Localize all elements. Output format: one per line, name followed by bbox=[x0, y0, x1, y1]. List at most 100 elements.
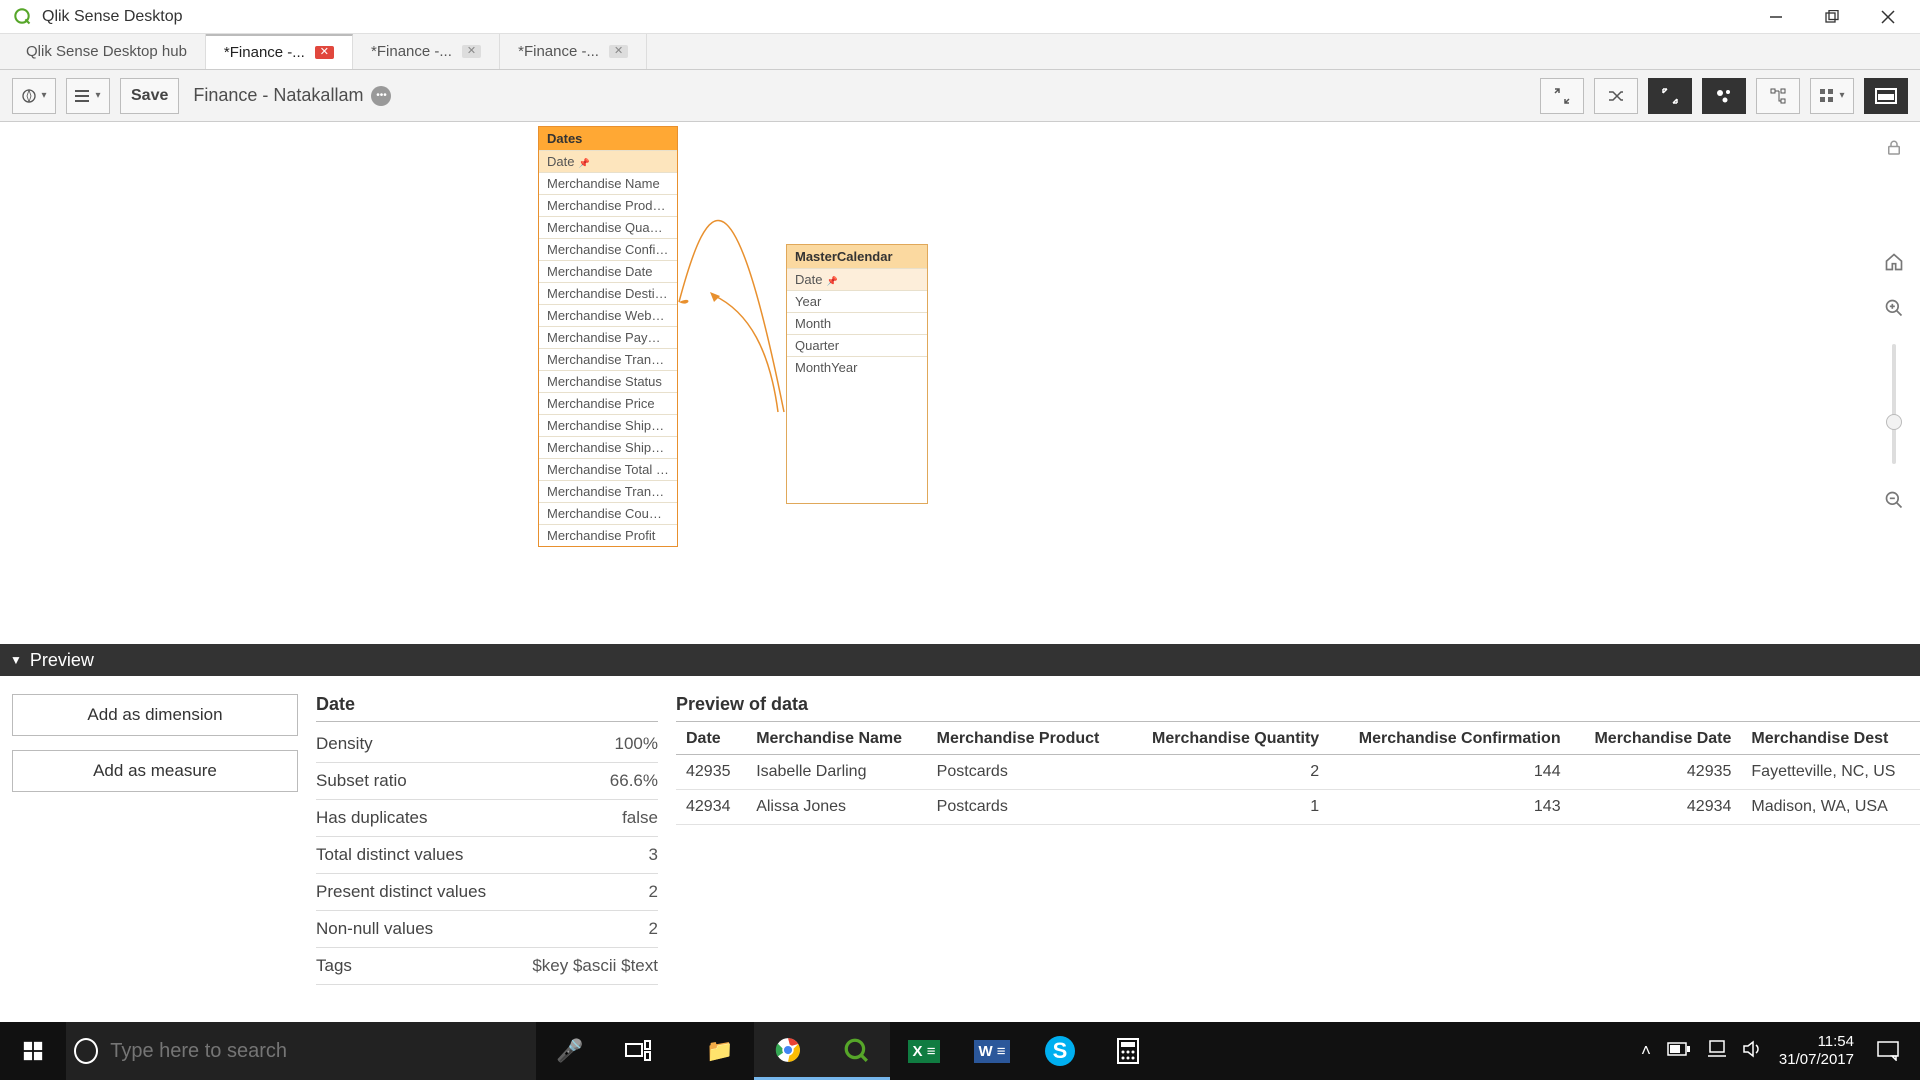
table-header-row: Date Merchandise Name Merchandise Produc… bbox=[676, 724, 1920, 755]
field[interactable]: Year bbox=[787, 290, 927, 312]
shuffle-button[interactable] bbox=[1594, 78, 1638, 114]
volume-icon[interactable] bbox=[1743, 1040, 1763, 1063]
add-as-dimension-button[interactable]: Add as dimension bbox=[12, 694, 298, 736]
titlebar: Qlik Sense Desktop bbox=[0, 0, 1920, 34]
add-as-measure-button[interactable]: Add as measure bbox=[12, 750, 298, 792]
key-icon: 📌 bbox=[826, 276, 837, 286]
app-excel[interactable]: X ≡ bbox=[890, 1022, 958, 1080]
start-button[interactable] bbox=[0, 1040, 66, 1062]
field[interactable]: Merchandise Shippin... bbox=[539, 436, 677, 458]
network-icon[interactable] bbox=[1707, 1040, 1727, 1063]
table-header[interactable]: Dates bbox=[539, 127, 677, 150]
taskbar-apps: 📁 X ≡ W ≡ S bbox=[686, 1022, 1162, 1080]
field[interactable]: Merchandise Price bbox=[539, 392, 677, 414]
data-preview: Preview of data Date Merchandise Name Me… bbox=[670, 676, 1920, 1046]
taskbar-clock[interactable]: 11:54 31/07/2017 bbox=[1779, 1033, 1854, 1069]
field[interactable]: Merchandise Quantity bbox=[539, 216, 677, 238]
nav-menu-button[interactable] bbox=[12, 78, 56, 114]
save-button[interactable]: Save bbox=[120, 78, 179, 114]
tab-close-icon[interactable]: ✕ bbox=[315, 46, 334, 59]
field[interactable]: Merchandise Status bbox=[539, 370, 677, 392]
field[interactable]: Merchandise Name bbox=[539, 172, 677, 194]
field[interactable]: Merchandise Profit bbox=[539, 524, 677, 546]
tab-close-icon[interactable]: ✕ bbox=[462, 45, 481, 58]
field[interactable]: Merchandise Confir... bbox=[539, 238, 677, 260]
table-mastercalendar[interactable]: MasterCalendar Date📌 Year Month Quarter … bbox=[786, 244, 928, 504]
tab-close-icon[interactable]: ✕ bbox=[609, 45, 628, 58]
field[interactable]: Merchandise Transa... bbox=[539, 480, 677, 502]
preview-title: Preview bbox=[30, 650, 94, 671]
lock-icon[interactable] bbox=[1880, 134, 1908, 162]
table-row[interactable]: 42935Isabelle DarlingPostcards214442935F… bbox=[676, 755, 1920, 790]
list-icon bbox=[75, 89, 91, 103]
stat-density: Density100% bbox=[316, 726, 658, 763]
field[interactable]: Merchandise Transfe... bbox=[539, 348, 677, 370]
app-file-explorer[interactable]: 📁 bbox=[686, 1022, 754, 1080]
stat-duplicates: Has duplicatesfalse bbox=[316, 800, 658, 837]
taskbar-search[interactable] bbox=[66, 1022, 536, 1080]
field-stats: Date Density100% Subset ratio66.6% Has d… bbox=[310, 676, 670, 1046]
field-date[interactable]: Date📌 bbox=[787, 268, 927, 290]
canvas-side-tools bbox=[1880, 134, 1908, 514]
list-menu-button[interactable] bbox=[66, 78, 110, 114]
bubble-view-button[interactable] bbox=[1702, 78, 1746, 114]
window-controls bbox=[1748, 0, 1916, 34]
search-input[interactable] bbox=[110, 1040, 518, 1063]
app-calculator[interactable] bbox=[1094, 1022, 1162, 1080]
app-qlik[interactable] bbox=[822, 1022, 890, 1080]
table-row[interactable]: 42934Alissa JonesPostcards114342934Madis… bbox=[676, 790, 1920, 825]
field[interactable]: Merchandise Destina... bbox=[539, 282, 677, 304]
app-name-label: Finance - Natakallam ••• bbox=[193, 85, 391, 106]
preview-header[interactable]: ▼ Preview bbox=[0, 644, 1920, 676]
task-view-button[interactable] bbox=[604, 1022, 672, 1080]
table-dates[interactable]: Dates Date📌 Merchandise Name Merchandise… bbox=[538, 126, 678, 547]
field[interactable]: Merchandise Shippin... bbox=[539, 414, 677, 436]
field[interactable]: Merchandise Country bbox=[539, 502, 677, 524]
tree-view-button[interactable] bbox=[1756, 78, 1800, 114]
field[interactable]: Merchandise Total R... bbox=[539, 458, 677, 480]
expand-button[interactable] bbox=[1648, 78, 1692, 114]
battery-icon[interactable] bbox=[1667, 1041, 1691, 1061]
zoom-in-icon[interactable] bbox=[1880, 294, 1908, 322]
app-chrome[interactable] bbox=[754, 1022, 822, 1080]
preview-table: Date Merchandise Name Merchandise Produc… bbox=[676, 724, 1920, 825]
zoom-thumb[interactable] bbox=[1886, 414, 1902, 430]
field[interactable]: Merchandise Website bbox=[539, 304, 677, 326]
zoom-out-icon[interactable] bbox=[1880, 486, 1908, 514]
close-button[interactable] bbox=[1860, 0, 1916, 34]
field[interactable]: Merchandise Payme... bbox=[539, 326, 677, 348]
field[interactable]: Month bbox=[787, 312, 927, 334]
mic-icon[interactable]: 🎤 bbox=[536, 1022, 604, 1080]
grid-view-button[interactable] bbox=[1810, 78, 1854, 114]
app-skype[interactable]: S bbox=[1026, 1022, 1094, 1080]
tab-finance-2[interactable]: *Finance -...✕ bbox=[353, 34, 500, 69]
tab-finance-1[interactable]: *Finance -...✕ bbox=[206, 34, 353, 69]
minimize-button[interactable] bbox=[1748, 0, 1804, 34]
home-icon[interactable] bbox=[1880, 248, 1908, 276]
system-tray: ˄ 11:54 31/07/2017 bbox=[1641, 1033, 1920, 1069]
field-date[interactable]: Date📌 bbox=[539, 150, 677, 172]
action-center-icon[interactable] bbox=[1870, 1038, 1906, 1064]
tab-finance-3[interactable]: *Finance -...✕ bbox=[500, 34, 647, 69]
maximize-button[interactable] bbox=[1804, 0, 1860, 34]
data-preview-title: Preview of data bbox=[676, 694, 1920, 722]
field[interactable]: Merchandise Date bbox=[539, 260, 677, 282]
field[interactable]: Merchandise Product bbox=[539, 194, 677, 216]
stat-subset: Subset ratio66.6% bbox=[316, 763, 658, 800]
app-word[interactable]: W ≡ bbox=[958, 1022, 1026, 1080]
tabstrip: Qlik Sense Desktop hub *Finance -...✕ *F… bbox=[0, 34, 1920, 70]
panel-view-button[interactable] bbox=[1864, 78, 1908, 114]
field[interactable]: MonthYear bbox=[787, 356, 927, 378]
tab-hub[interactable]: Qlik Sense Desktop hub bbox=[8, 34, 206, 69]
stat-nonnull: Non-null values2 bbox=[316, 911, 658, 948]
more-icon[interactable]: ••• bbox=[371, 86, 391, 106]
collapse-button[interactable] bbox=[1540, 78, 1584, 114]
windows-taskbar: 🎤 📁 X ≡ W ≡ S ˄ 11:54 31/07/2017 bbox=[0, 1022, 1920, 1080]
zoom-slider[interactable] bbox=[1892, 344, 1896, 464]
table-header[interactable]: MasterCalendar bbox=[787, 245, 927, 268]
key-icon: 📌 bbox=[578, 158, 589, 168]
tray-chevron-icon[interactable]: ˄ bbox=[1641, 1041, 1651, 1061]
collapse-icon: ▼ bbox=[10, 653, 22, 667]
field[interactable]: Quarter bbox=[787, 334, 927, 356]
data-model-canvas[interactable]: Dates Date📌 Merchandise Name Merchandise… bbox=[0, 122, 1920, 644]
